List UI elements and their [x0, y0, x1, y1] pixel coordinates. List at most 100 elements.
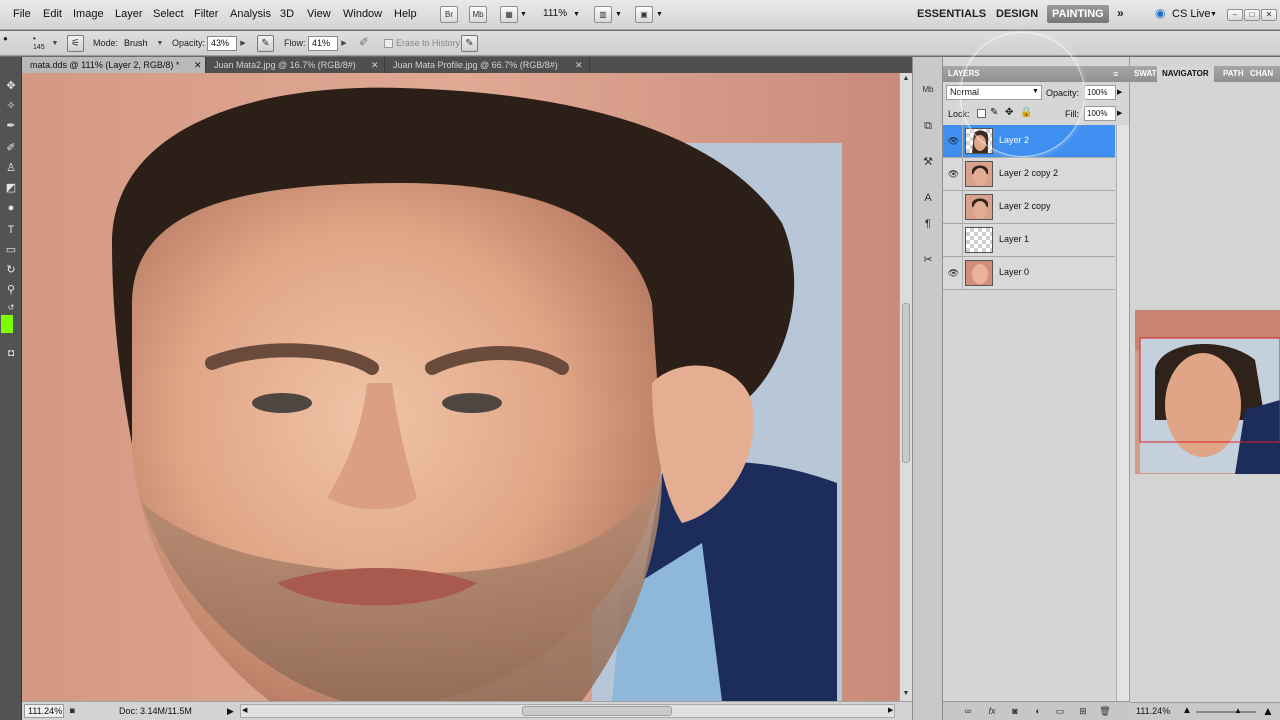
- menu-edit[interactable]: Edit: [43, 8, 62, 20]
- close-icon[interactable]: ✕: [575, 57, 583, 73]
- menu-filter[interactable]: Filter: [194, 8, 218, 20]
- navigator-zoom[interactable]: 111.24%: [1136, 706, 1170, 716]
- bridge-icon[interactable]: Br: [440, 6, 458, 23]
- tablet-pressure-size-icon[interactable]: ✎: [461, 35, 478, 52]
- brush-size[interactable]: 145: [33, 44, 45, 51]
- link-layers-icon[interactable]: ∞: [961, 704, 975, 718]
- clone-stamp-tool-icon[interactable]: ♙: [2, 159, 20, 177]
- brush-panel-icon[interactable]: ⚟: [67, 35, 84, 52]
- layer-row[interactable]: Layer 1: [943, 224, 1115, 257]
- erase-to-history-checkbox[interactable]: [384, 39, 393, 48]
- panel-menu-icon[interactable]: ≡: [1108, 66, 1123, 82]
- eraser-tool-icon[interactable]: ◩: [2, 179, 20, 197]
- fill-field[interactable]: 100%: [1084, 106, 1116, 121]
- chevron-down-icon[interactable]: ▼: [573, 11, 580, 18]
- tab-document[interactable]: Juan Mata Profile.jpg @ 66.7% (RGB/8#) ✕: [385, 57, 590, 73]
- layer-name[interactable]: Layer 2: [999, 135, 1029, 145]
- zoom-level[interactable]: 111%: [543, 8, 567, 19]
- move-tool-icon[interactable]: ✥: [2, 77, 20, 95]
- scroll-left-icon[interactable]: ◀: [242, 706, 247, 714]
- visibility-cell[interactable]: 👁: [943, 158, 963, 190]
- eyedropper-tool-icon[interactable]: ✒: [2, 117, 20, 135]
- layer-name[interactable]: Layer 0: [999, 267, 1029, 277]
- minimize-icon[interactable]: –: [1227, 9, 1243, 21]
- zoom-tool-icon[interactable]: ⚲: [2, 281, 20, 299]
- blend-mode-select[interactable]: Normal: [946, 85, 1042, 100]
- dodge-tool-icon[interactable]: ●: [2, 199, 20, 217]
- tab-paths[interactable]: PATH: [1220, 66, 1247, 82]
- minibridge-panel-icon[interactable]: Mb: [919, 81, 937, 99]
- lock-position-icon[interactable]: ✥: [1005, 107, 1013, 118]
- layer-opacity-field[interactable]: 100%: [1084, 85, 1116, 100]
- maximize-icon[interactable]: □: [1244, 9, 1260, 21]
- zoom-slider[interactable]: [1196, 711, 1256, 713]
- document-canvas[interactable]: [22, 73, 899, 701]
- workspace-design[interactable]: DESIGN: [996, 8, 1038, 20]
- workspace-painting[interactable]: PAINTING: [1047, 5, 1109, 23]
- screen-mode-icon[interactable]: ▣: [635, 6, 653, 23]
- quick-mask-icon[interactable]: ◘: [2, 345, 20, 363]
- layer-name[interactable]: Layer 1: [999, 234, 1029, 244]
- layer-mask-icon[interactable]: ◙: [1008, 704, 1022, 718]
- shape-tool-icon[interactable]: ▭: [2, 241, 20, 259]
- foreground-color-swatch[interactable]: [1, 315, 13, 333]
- chevron-down-icon[interactable]: ▼: [155, 36, 165, 51]
- airbrush-icon[interactable]: ✐: [359, 35, 369, 49]
- tablet-pressure-opacity-icon[interactable]: ✎: [257, 35, 274, 52]
- type-tool-icon[interactable]: T: [2, 221, 20, 239]
- more-workspaces-icon[interactable]: »: [1117, 6, 1124, 20]
- workspace-essentials[interactable]: ESSENTIALS: [917, 8, 986, 20]
- menu-file[interactable]: File: [13, 8, 31, 20]
- status-zoom-field[interactable]: 111.24%: [24, 704, 64, 718]
- menu-analysis[interactable]: Analysis: [230, 8, 271, 20]
- visibility-cell[interactable]: [943, 224, 963, 256]
- cs-live-label[interactable]: CS Live: [1172, 8, 1211, 20]
- eye-icon[interactable]: 👁: [947, 266, 960, 280]
- layer-name[interactable]: Layer 2 copy 2: [999, 168, 1058, 178]
- eye-icon[interactable]: 👁: [947, 134, 960, 148]
- layer-row[interactable]: 👁 Layer 0: [943, 257, 1115, 290]
- menu-3d[interactable]: 3D: [280, 8, 294, 20]
- layer-style-icon[interactable]: fx: [985, 704, 999, 718]
- menu-view[interactable]: View: [307, 8, 331, 20]
- layer-row[interactable]: Layer 2 copy: [943, 191, 1115, 224]
- chevron-down-icon[interactable]: ▼: [50, 36, 60, 51]
- close-icon[interactable]: ✕: [1261, 9, 1277, 21]
- minibridge-icon[interactable]: Mb: [469, 6, 487, 23]
- layers-scrollbar[interactable]: [1116, 125, 1129, 705]
- canvas-vertical-scrollbar[interactable]: ▲ ▼: [899, 73, 912, 701]
- tab-navigator[interactable]: NAVIGATOR: [1157, 66, 1214, 82]
- brush-preset-icon[interactable]: ●: [3, 34, 8, 43]
- character-panel-icon[interactable]: A: [919, 189, 937, 207]
- new-layer-icon[interactable]: ⊞: [1076, 704, 1090, 718]
- chevron-right-icon[interactable]: ▶: [1117, 88, 1122, 96]
- chevron-down-icon[interactable]: ▼: [1210, 11, 1217, 18]
- lock-pixels-icon[interactable]: ✎: [990, 107, 998, 118]
- scrollbar-thumb[interactable]: [902, 303, 910, 463]
- paragraph-panel-icon[interactable]: ¶: [919, 215, 937, 233]
- menu-window[interactable]: Window: [343, 8, 382, 20]
- chevron-down-icon[interactable]: ▼: [615, 11, 622, 18]
- brush-tool-icon[interactable]: ✐: [2, 139, 20, 157]
- tab-document[interactable]: Juan Mata2.jpg @ 16.7% (RGB/8#) ✕: [206, 57, 385, 73]
- close-icon[interactable]: ✕: [194, 57, 202, 73]
- lock-transparency-icon[interactable]: [977, 109, 986, 118]
- close-icon[interactable]: ✕: [371, 57, 379, 73]
- extras-icon[interactable]: ▦: [500, 6, 518, 23]
- brush-presets-icon[interactable]: ✂: [919, 251, 937, 269]
- tab-layers[interactable]: LAYERS: [943, 66, 985, 82]
- menu-help[interactable]: Help: [394, 8, 417, 20]
- zoom-out-icon[interactable]: ▲: [1182, 705, 1192, 716]
- chevron-right-icon[interactable]: ▶: [339, 36, 349, 51]
- visibility-cell[interactable]: [943, 191, 963, 223]
- arrange-documents-icon[interactable]: ▥: [594, 6, 612, 23]
- opacity-field[interactable]: 43%: [207, 36, 237, 51]
- scroll-up-icon[interactable]: ▲: [900, 73, 912, 85]
- tab-swatches[interactable]: SWAT: [1130, 66, 1161, 82]
- visibility-cell[interactable]: 👁: [943, 257, 963, 289]
- zoom-in-icon[interactable]: ▲: [1262, 704, 1274, 718]
- menu-layer[interactable]: Layer: [115, 8, 143, 20]
- chevron-down-icon[interactable]: ▼: [656, 11, 663, 18]
- menu-select[interactable]: Select: [153, 8, 184, 20]
- scroll-down-icon[interactable]: ▼: [900, 688, 912, 700]
